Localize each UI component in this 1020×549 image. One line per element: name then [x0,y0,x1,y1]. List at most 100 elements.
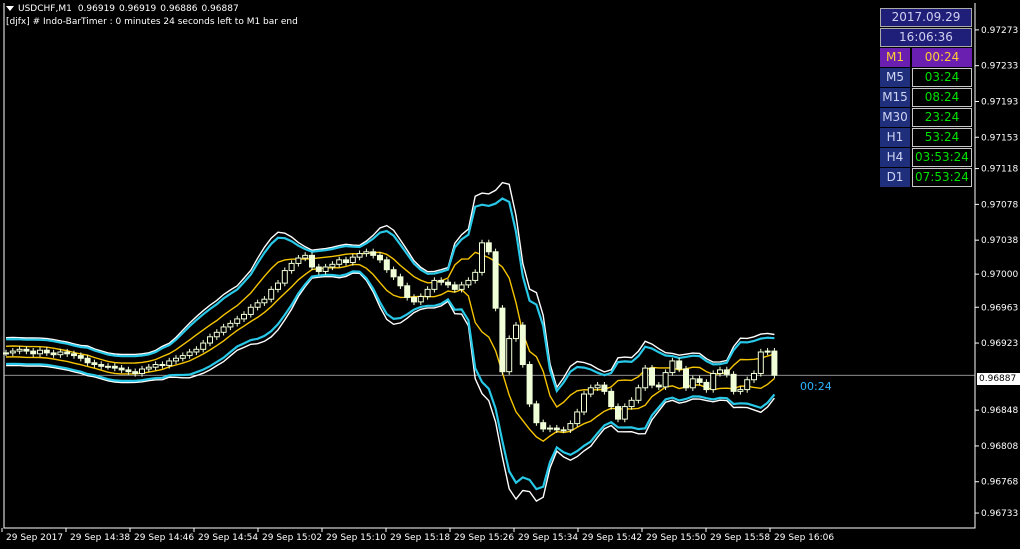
timeframe-row-m15[interactable]: M15 08:24 [880,88,974,107]
timeframe-row-m1[interactable]: M1 00:24 [880,48,974,67]
timeframe-row-d1[interactable]: D1 07:53:24 [880,168,974,187]
bear-candle-body [43,349,50,354]
bull-candle-body [356,253,363,258]
candle [730,371,737,395]
y-tick-label: 0.96768 [981,478,1018,488]
bear-candle-body [519,324,526,366]
candle [411,294,417,306]
x-tick-label: 29 Sep 15:50 [646,533,706,543]
bear-candle-body [553,427,560,431]
x-tick-label: 29 Sep 15:42 [582,533,642,543]
bear-candle-body [118,367,125,371]
price-chart[interactable]: 0.97273 0.97233 0.97193 0.97153 0.97118 0.970… [0,0,1020,549]
bull-candle-body [261,298,268,304]
candle [241,311,247,323]
candle [315,263,322,275]
timeframe-countdown: 03:24 [912,68,972,87]
timeframe-label: D1 [880,168,910,187]
bull-candle-body [717,369,723,374]
candle [438,277,445,286]
bull-candle-body [275,282,281,290]
bear-candle-body [50,352,57,356]
bear-candle-body [438,279,445,283]
bear-candle-body [696,378,703,383]
candle [43,347,50,357]
candle [723,366,730,378]
candle [574,408,581,427]
y-tick-label: 0.97233 [981,62,1018,72]
chart-canvas[interactable]: 0.97273 0.97233 0.97193 0.97153 0.97118 0.970… [0,0,1020,549]
candle [703,379,710,393]
timeframe-countdown: 53:24 [912,128,972,147]
candle [363,248,370,257]
y-tick-label: 0.97000 [981,270,1018,280]
y-tick-label: 0.96923 [981,339,1018,349]
x-tick-label: 29 Sep 15:18 [390,533,450,543]
timeframe-countdown: 07:53:24 [912,168,972,187]
x-tick-label: 29 Sep 14:46 [134,533,194,543]
candle [431,277,438,293]
timeframe-row-h1[interactable]: H1 53:24 [880,128,974,147]
candle [200,339,207,353]
x-tick-label: 29 Sep 2017 [6,533,63,543]
x-tick-label: 29 Sep 15:26 [454,533,514,543]
bull-candle-body [628,399,635,408]
bear-candle-body [383,259,390,271]
bull-candle-body [547,427,553,430]
bull-candle-body [465,279,472,286]
y-tick-label: 0.97078 [981,200,1018,210]
bull-candle-body [689,378,696,389]
bear-candle-body [540,422,547,430]
bear-candle-body [608,390,615,408]
bull-candle-body [322,266,329,272]
bear-candle-body [649,367,655,386]
candle [465,277,472,289]
candle [186,348,193,359]
candle [281,267,288,287]
candle [771,347,778,379]
timeframe-row-m30[interactable]: M30 23:24 [880,108,974,127]
bull-candle-body [669,360,676,374]
bull-candle-body [635,387,642,401]
candle [227,320,234,331]
timeframe-row-m5[interactable]: M5 03:24 [880,68,974,87]
candle [655,381,662,391]
timeframe-label: M5 [880,68,910,87]
bear-candle-body [601,384,608,392]
close-value: 0.96887 [201,4,239,14]
envelope-bands [5,181,776,503]
candle [615,403,621,423]
candle [50,349,57,358]
bull-candle-body [220,326,227,333]
bull-candle-body [587,387,594,395]
candle [111,363,118,372]
bear-candle-body [723,369,730,375]
candle [649,364,655,389]
candle [118,364,125,374]
candle [519,322,526,368]
candle [635,384,642,404]
candle [295,254,302,267]
candle [506,335,513,375]
x-tick-label: 29 Sep 15:34 [518,533,578,543]
candle [683,365,689,391]
bear-candle-body [703,381,710,391]
candle [669,357,676,376]
candle [377,252,383,263]
low-value: 0.96886 [160,4,198,14]
bull-candle-body [662,372,669,388]
bull-candle-body [268,288,275,300]
collapse-triangle-icon[interactable] [6,6,14,11]
bear-candle-body [730,373,737,392]
timeframe-countdown: 03:53:24 [912,148,972,167]
bull-candle-body [581,393,587,413]
y-tick-label: 0.97153 [981,133,1018,143]
panel-time: 16:06:36 [880,28,972,47]
bull-candle-body [329,263,336,268]
candle [159,361,166,369]
candle [343,256,349,266]
bull-candle-body [424,288,431,298]
candle [587,384,594,398]
candle [288,260,295,274]
timeframe-row-h4[interactable]: H4 03:53:24 [880,148,974,167]
